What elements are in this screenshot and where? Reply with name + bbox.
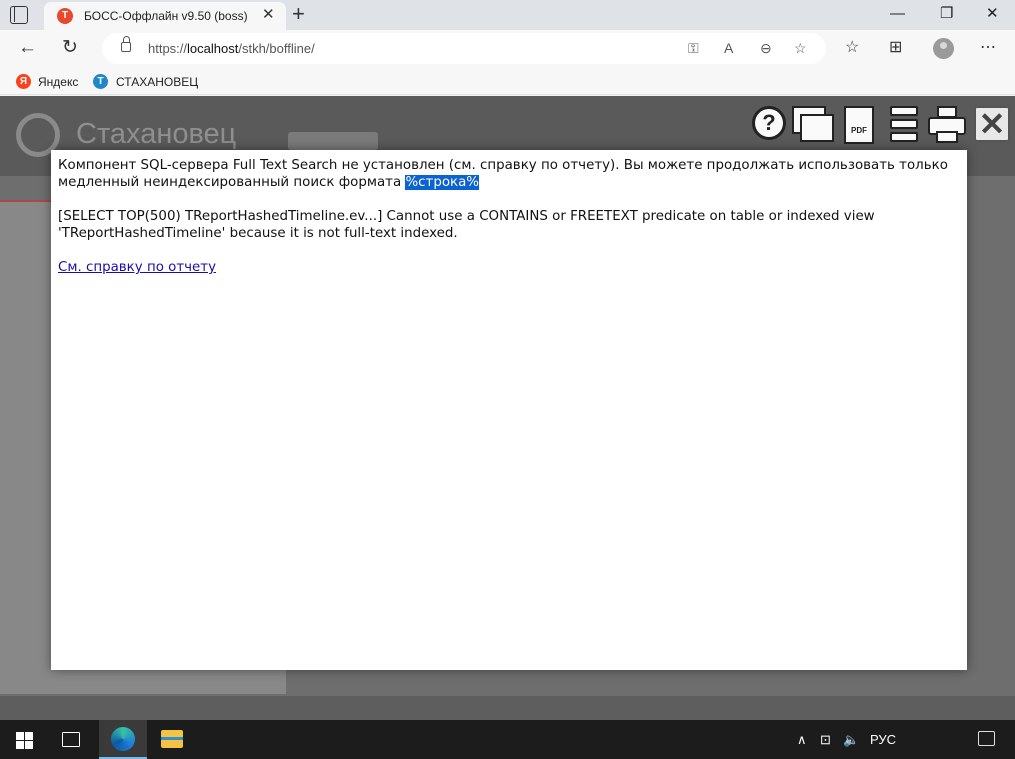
app-logo-text: Стахановец <box>76 118 237 150</box>
restore-icon[interactable]: ❐ <box>940 4 953 24</box>
help-icon[interactable]: ? <box>752 106 786 140</box>
browser-toolbar: ← ↻ https://localhost/stkh/boffline/ ⚿ A… <box>0 30 1015 68</box>
lock-icon[interactable] <box>121 36 131 52</box>
clock[interactable] <box>910 726 960 738</box>
close-window-icon[interactable]: ✕ <box>986 4 999 24</box>
browser-tab[interactable]: T БОСС-Оффлайн v9.50 (boss) ✕ <box>44 2 286 30</box>
tab-close-icon[interactable]: ✕ <box>262 7 275 23</box>
browser-title-bar: T БОСС-Оффлайн v9.50 (boss) ✕ + — ❐ ✕ <box>0 0 1015 30</box>
back-arrow-icon[interactable]: ← <box>18 36 37 60</box>
tab-title: БОСС-Оффлайн v9.50 (boss) <box>84 9 248 23</box>
collections-icon[interactable]: ⊞ <box>889 38 902 58</box>
language-indicator[interactable]: РУС <box>870 731 896 748</box>
bottom-strip <box>0 696 1015 720</box>
key-icon[interactable]: ⚿ <box>688 39 699 57</box>
stakhanovets-icon[interactable]: T <box>93 74 108 89</box>
windows-taskbar: ∧ ⊡ 🔈 РУС <box>0 720 1015 759</box>
favorites-bar: Я Яндекс T СТАХАНОВЕЦ <box>0 68 1015 95</box>
yandex-icon[interactable]: Я <box>16 74 31 89</box>
refresh-icon[interactable]: ↻ <box>62 36 78 60</box>
windows-icon[interactable] <box>792 106 836 144</box>
task-view-icon[interactable] <box>62 732 80 747</box>
favorite-stakhanovets[interactable]: СТАХАНОВЕЦ <box>116 75 198 89</box>
new-tab-icon[interactable]: + <box>292 2 305 26</box>
report-help-link[interactable]: См. справку по отчету <box>58 259 216 276</box>
sql-error-message: [SELECT TOP(500) TReportHashedTimeline.e… <box>58 209 875 241</box>
report-toolbar: ? PDF ✕ <box>748 104 1015 148</box>
add-favorite-icon[interactable]: ☆ <box>794 39 807 57</box>
pdf-icon[interactable]: PDF <box>844 106 874 144</box>
more-menu-icon[interactable]: ⋯ <box>980 38 996 58</box>
message-dialog: Компонент SQL-сервера Full Text Search н… <box>51 150 967 670</box>
print-icon[interactable] <box>928 106 966 144</box>
zoom-out-icon[interactable]: ⊖ <box>760 39 772 57</box>
edge-icon <box>111 727 135 751</box>
address-bar[interactable]: https://localhost/stkh/boffline/ ⚿ A ⊖ ☆ <box>102 33 826 64</box>
fulltext-warning-message: Компонент SQL-сервера Full Text Search н… <box>58 158 948 190</box>
tab-actions-icon[interactable] <box>10 6 28 24</box>
header-tab <box>288 132 378 150</box>
start-icon[interactable] <box>16 732 33 749</box>
url-text[interactable]: https://localhost/stkh/boffline/ <box>148 41 315 56</box>
taskbar-edge-button[interactable] <box>99 720 147 759</box>
network-icon[interactable]: ⊡ <box>820 731 831 748</box>
archive-icon[interactable] <box>886 106 922 144</box>
selected-text[interactable]: %строка% <box>405 175 480 190</box>
stakhanovets-favicon-icon: T <box>57 8 73 24</box>
file-explorer-icon[interactable] <box>161 730 183 748</box>
favorites-icon[interactable]: ☆ <box>845 38 859 58</box>
profile-avatar-icon[interactable] <box>933 38 954 59</box>
favorite-yandex[interactable]: Яндекс <box>38 75 78 89</box>
volume-icon[interactable]: 🔈 <box>843 731 859 748</box>
notifications-icon[interactable] <box>978 731 995 746</box>
close-report-icon[interactable]: ✕ <box>974 106 1010 142</box>
read-aloud-icon[interactable]: A <box>724 39 733 57</box>
tray-chevron-icon[interactable]: ∧ <box>797 731 807 748</box>
minimize-icon[interactable]: — <box>890 4 905 24</box>
